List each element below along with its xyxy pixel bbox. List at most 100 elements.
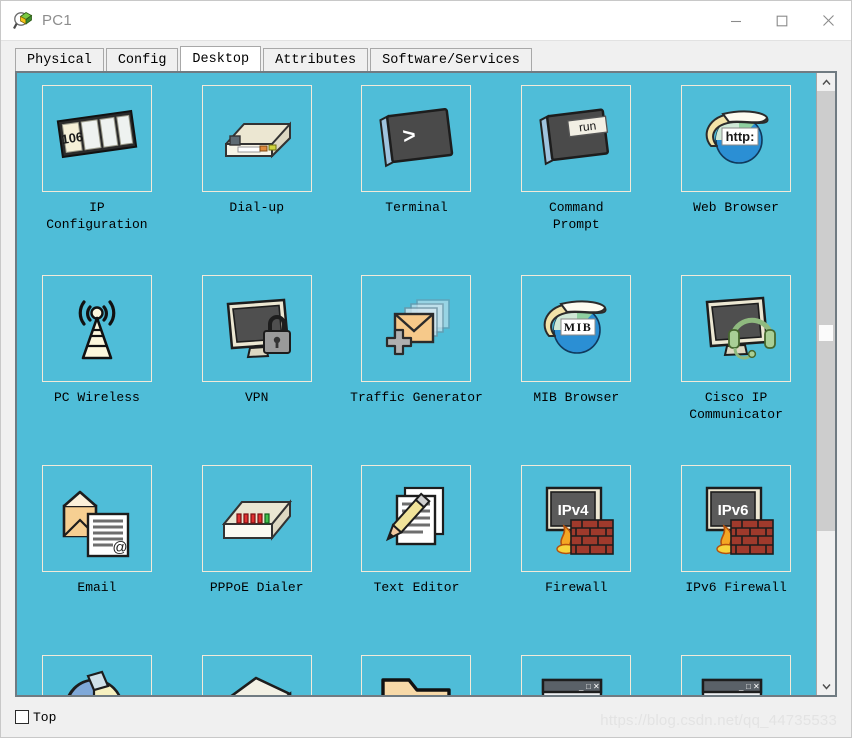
- pc1-window: PC1 Physical Config Desktop Attributes S…: [0, 0, 852, 738]
- desktop-icon-grid: 106 IP Configuration Dial-up > Terminal …: [17, 73, 816, 695]
- minimize-button[interactable]: [713, 1, 759, 40]
- tab-software-services[interactable]: Software/Services: [370, 48, 532, 71]
- icon-label: Terminal: [385, 200, 448, 215]
- traffic-generator-icon: [386, 298, 451, 355]
- folder-icon: [381, 677, 452, 695]
- email-icon: @: [62, 490, 130, 557]
- desktop-item-cisco-ip-communicator[interactable]: Cisco IP Communicator: [656, 275, 816, 465]
- svg-text:□: □: [746, 682, 751, 691]
- icon-label: IP Configuration: [46, 200, 148, 232]
- desktop-item-command-prompt[interactable]: run Command Prompt: [496, 85, 656, 275]
- vertical-scrollbar[interactable]: [816, 73, 835, 695]
- top-checkbox[interactable]: Top: [15, 710, 56, 725]
- top-checkbox-label: Top: [33, 709, 57, 725]
- desktop-item-email[interactable]: @ Email: [17, 465, 177, 655]
- sdk-box-icon: DK: [229, 676, 291, 695]
- desktop-item-folder[interactable]: [337, 655, 497, 695]
- icon-label: MIB Browser: [533, 390, 620, 405]
- desktop-item-vpn[interactable]: VPN: [177, 275, 337, 465]
- svg-text:_: _: [738, 682, 744, 691]
- scrollbar-track[interactable]: [817, 91, 835, 677]
- icon-box[interactable]: _ □ ✕: [681, 655, 792, 695]
- dial-up-icon: [224, 120, 291, 158]
- icon-row: PC Wireless VPN Traffic Generator MIB MI…: [17, 275, 816, 465]
- desktop-item-cloud-window-2[interactable]: _ □ ✕: [656, 655, 816, 695]
- desktop-item-pc-wireless[interactable]: PC Wireless: [17, 275, 177, 465]
- text-editor-icon: [386, 486, 445, 545]
- tab-label: Desktop: [192, 51, 250, 67]
- icon-box[interactable]: MIB: [521, 275, 632, 382]
- vpn-icon: [226, 298, 291, 358]
- icon-label: Traffic Generator: [350, 390, 483, 405]
- checkbox-box[interactable]: [15, 710, 29, 724]
- icon-row: @ Email PPPoE Dialer Text Editor IPv4 Fi…: [17, 465, 816, 655]
- maximize-button[interactable]: [759, 1, 805, 40]
- desktop-item-pppoe-dialer[interactable]: PPPoE Dialer: [177, 465, 337, 655]
- icon-label: IPv6 Firewall: [685, 580, 787, 595]
- desktop-item-ip-configuration[interactable]: 106 IP Configuration: [17, 85, 177, 275]
- ipv6-firewall-icon: IPv6: [705, 486, 774, 555]
- icon-box[interactable]: [41, 275, 152, 382]
- cloud-window-icon: _ □ ✕: [542, 678, 603, 695]
- icon-box[interactable]: IPv4: [521, 465, 632, 572]
- icon-box[interactable]: >: [361, 85, 472, 192]
- desktop-item-sdk-box[interactable]: DK: [177, 655, 337, 695]
- command-prompt-badge-text: run: [578, 118, 597, 134]
- svg-text:✕: ✕: [593, 682, 600, 691]
- tab-label: Config: [117, 52, 167, 68]
- scroll-down-button[interactable]: [817, 677, 835, 695]
- web-browser-badge-text: http:: [726, 129, 755, 144]
- icon-box[interactable]: _ □ ✕: [521, 655, 632, 695]
- tab-label: Physical: [27, 52, 92, 68]
- icon-label: Firewall: [545, 580, 608, 595]
- window-title: PC1: [42, 12, 73, 29]
- icon-box[interactable]: DK: [201, 655, 312, 695]
- status-bar: Top https://blog.csdn.net/qq_44735533: [1, 697, 851, 737]
- desktop-item-ipv6-firewall[interactable]: IPv6 IPv6 Firewall: [656, 465, 816, 655]
- scrollbar-marker: [819, 325, 833, 342]
- tab-attributes[interactable]: Attributes: [263, 48, 369, 71]
- icon-box[interactable]: [201, 85, 312, 192]
- icon-box[interactable]: IPv6: [681, 465, 792, 572]
- title-bar: PC1: [1, 1, 851, 41]
- icon-label: Email: [77, 580, 117, 595]
- icon-box[interactable]: [361, 275, 472, 382]
- icon-row: 106 IP Configuration Dial-up > Terminal …: [17, 85, 816, 275]
- svg-text:□: □: [586, 682, 591, 691]
- desktop-item-dial-up[interactable]: Dial-up: [177, 85, 337, 275]
- icon-box[interactable]: [41, 655, 152, 695]
- icon-label: VPN: [244, 390, 269, 405]
- icon-box[interactable]: http:: [681, 85, 792, 192]
- tab-config[interactable]: Config: [105, 48, 179, 71]
- desktop-item-cloud-window-1[interactable]: _ □ ✕: [496, 655, 656, 695]
- desktop-item-terminal[interactable]: > Terminal: [337, 85, 497, 275]
- desktop-item-text-editor[interactable]: Text Editor: [337, 465, 497, 655]
- icon-box[interactable]: 106: [41, 85, 152, 192]
- icon-box[interactable]: run: [521, 85, 632, 192]
- icon-box[interactable]: [361, 465, 472, 572]
- cloud-window-icon: _ □ ✕: [701, 678, 763, 695]
- tab-physical[interactable]: Physical: [15, 48, 104, 71]
- icon-box[interactable]: [681, 275, 792, 382]
- watermark-text: https://blog.csdn.net/qq_44735533: [600, 712, 837, 729]
- scroll-up-button[interactable]: [817, 73, 835, 91]
- tab-label: Attributes: [275, 52, 357, 68]
- icon-label: Cisco IP Communicator: [689, 390, 783, 422]
- close-button[interactable]: [805, 1, 851, 40]
- desktop-item-mib-browser[interactable]: MIB MIB Browser: [496, 275, 656, 465]
- desktop-item-traffic-generator[interactable]: Traffic Generator: [337, 275, 497, 465]
- web-browser-icon: http:: [705, 110, 769, 164]
- icon-box[interactable]: [361, 655, 472, 695]
- scrollbar-thumb[interactable]: [817, 91, 835, 531]
- firewall-badge-text: IPv4: [558, 502, 590, 519]
- icon-row: DK: [17, 655, 816, 695]
- desktop-item-firewall[interactable]: IPv4 Firewall: [496, 465, 656, 655]
- desktop-item-pie-chart[interactable]: [17, 655, 177, 695]
- icon-label: Dial-up: [229, 200, 284, 215]
- icon-box[interactable]: [201, 465, 312, 572]
- icon-box[interactable]: @: [41, 465, 152, 572]
- tab-desktop[interactable]: Desktop: [180, 46, 262, 71]
- icon-label: PC Wireless: [53, 390, 140, 405]
- icon-box[interactable]: [201, 275, 312, 382]
- desktop-item-web-browser[interactable]: http: Web Browser: [656, 85, 816, 275]
